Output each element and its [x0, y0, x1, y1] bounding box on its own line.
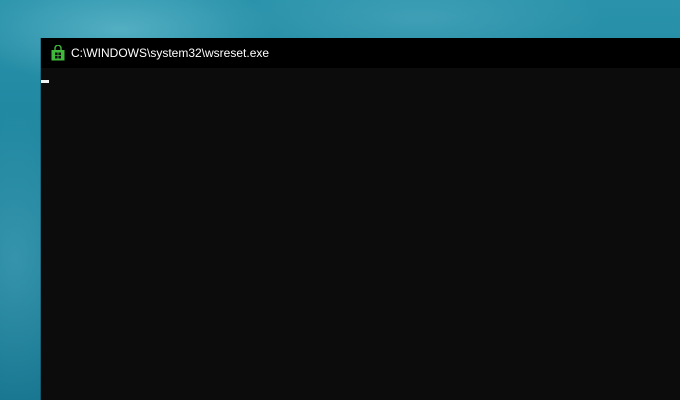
console-output-area[interactable] [41, 68, 680, 400]
title-bar[interactable]: C:\WINDOWS\system32\wsreset.exe [41, 38, 680, 68]
window-title: C:\WINDOWS\system32\wsreset.exe [71, 46, 270, 60]
microsoft-store-icon [51, 45, 65, 61]
console-window[interactable]: C:\WINDOWS\system32\wsreset.exe [41, 38, 680, 400]
text-cursor [41, 80, 49, 83]
